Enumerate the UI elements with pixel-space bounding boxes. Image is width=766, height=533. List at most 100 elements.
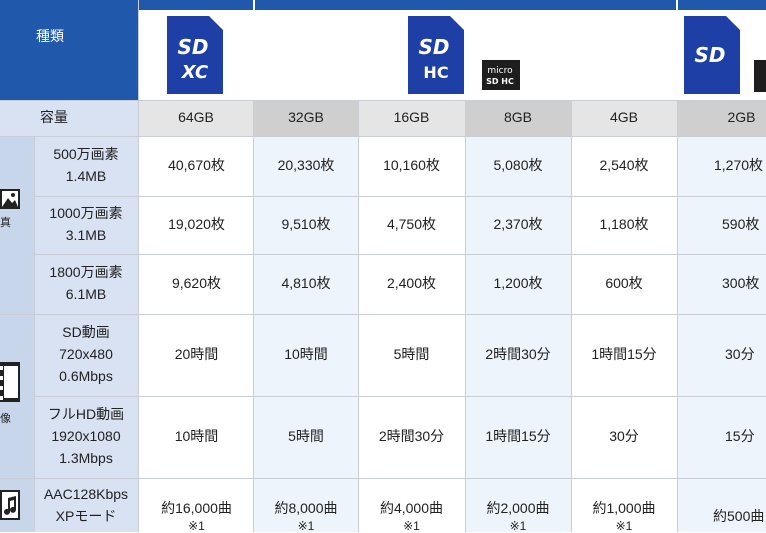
row-label-line: 720x480 — [59, 346, 113, 363]
grid-line — [34, 396, 766, 397]
microsd-card-icon: micro SD HC — [482, 60, 520, 90]
capacity-cell: 8GB — [465, 100, 571, 136]
capacity-value: 2GB — [727, 109, 756, 126]
table-cell: 9,620枚 — [139, 254, 254, 314]
cell-value: 20,330枚 — [277, 157, 335, 174]
cell-value: 2,400枚 — [386, 275, 437, 292]
grid-line — [34, 254, 766, 255]
row-label: SD動画 720x480 0.6Mbps — [34, 314, 138, 396]
header-type-label: 種類 — [36, 28, 64, 44]
minisd-card-icon — [754, 60, 766, 92]
capacity-value: 64GB — [178, 109, 214, 126]
capacity-value: 4GB — [609, 109, 638, 126]
cell-value: 2時間30分 — [485, 346, 551, 363]
table-cell: 5,080枚 — [465, 136, 571, 196]
table-cell: 約8,000曲 ※1 — [254, 478, 358, 532]
cell-value: 1,180枚 — [599, 216, 649, 233]
row-label: 1000万画素 3.1MB — [34, 196, 138, 254]
cell-value: 1,200枚 — [493, 275, 543, 292]
header-type-cell — [0, 0, 138, 100]
grid-line — [677, 100, 678, 532]
cell-footnote: ※1 — [403, 518, 420, 533]
capacity-label-cell: 容量 — [0, 100, 138, 136]
sdxc-card-text-xc: XC — [181, 62, 209, 83]
cell-footnote: ※1 — [297, 518, 315, 533]
cell-value: 20時間 — [174, 346, 219, 363]
film-icon — [0, 362, 20, 402]
capacity-cell: 64GB — [139, 100, 253, 136]
table-cell: 15分 — [677, 396, 766, 478]
cell-value: 19,020枚 — [168, 216, 225, 233]
table-cell: 約4,000曲 ※1 — [358, 478, 465, 532]
photo-icon — [0, 189, 20, 209]
table-cell: 1,200枚 — [465, 254, 571, 314]
row-label-line: 1.4MB — [65, 168, 107, 184]
table-cell: 10時間 — [139, 396, 254, 478]
music-icon — [0, 490, 20, 520]
header-top-strip — [138, 0, 766, 10]
cell-value: 10,160枚 — [383, 157, 440, 174]
cell-footnote: ※1 — [509, 518, 527, 533]
cell-value: 10時間 — [284, 346, 328, 363]
grid-line — [253, 100, 254, 532]
cell-value: 15分 — [725, 428, 755, 445]
row-label: 500万画素 1.4MB — [34, 136, 138, 196]
microsd-card-text-sdhc: SD HC — [486, 77, 514, 86]
table-cell: 1時間15分 — [465, 396, 571, 478]
grid-line — [0, 314, 766, 315]
table-cell: 10,160枚 — [358, 136, 465, 196]
cell-value: 約4,000曲 — [379, 500, 444, 516]
header-strip-divider — [676, 0, 678, 10]
capacity-cell: 32GB — [254, 100, 358, 136]
microsd-card-text-micro: micro — [487, 66, 513, 76]
row-label-line: 3.1MB — [65, 227, 107, 243]
table-cell: 19,020枚 — [139, 196, 254, 254]
grid-line — [358, 100, 359, 532]
table-cell: 約16,000曲 ※1 — [139, 478, 254, 532]
grid-line — [465, 100, 466, 532]
cell-footnote: ※1 — [615, 518, 633, 533]
capacity-cell: 16GB — [358, 100, 465, 136]
sdhc-card-icon: SD HC — [408, 16, 464, 94]
table-cell: 1,270枚 — [677, 136, 766, 196]
grid-line — [0, 100, 766, 101]
table-cell: 1,180枚 — [571, 196, 677, 254]
cell-value: 1時間15分 — [485, 428, 551, 445]
table-cell: 2,540枚 — [571, 136, 677, 196]
cell-value: 30分 — [609, 428, 639, 445]
cell-value: 5時間 — [288, 428, 324, 445]
grid-line — [0, 478, 766, 479]
row-label: AAC128Kbps XPモード — [34, 478, 138, 532]
row-label-line: 500万画素 — [53, 146, 119, 163]
sdxc-card-icon: SD XC — [167, 16, 223, 94]
row-label: 1800万画素 6.1MB — [34, 254, 138, 314]
cell-value: 300枚 — [722, 275, 760, 292]
table-cell: 590枚 — [677, 196, 766, 254]
table-cell: 1時間15分 — [571, 314, 677, 396]
table-cell: 600枚 — [571, 254, 677, 314]
table-cell: 40,670枚 — [139, 136, 254, 196]
cell-value: 40,670枚 — [168, 157, 225, 174]
cell-value: 590枚 — [722, 216, 760, 233]
row-label: フルHD動画 1920x1080 1.3Mbps — [34, 396, 138, 478]
sdhc-card-text-sd: SD — [418, 35, 449, 59]
table-cell: 300枚 — [677, 254, 766, 314]
grid-line — [34, 136, 35, 532]
sdhc-card-text-hc: HC — [423, 63, 448, 82]
grid-line — [138, 0, 139, 532]
cell-value: 9,620枚 — [171, 275, 222, 292]
table-cell: 2時間30分 — [358, 396, 465, 478]
row-label-line: 1.3Mbps — [59, 449, 113, 466]
grid-line — [34, 196, 766, 197]
capacity-label: 容量 — [40, 109, 68, 126]
row-label-line: 6.1MB — [65, 286, 107, 302]
table-cell: 約500曲 — [677, 478, 766, 532]
row-label-line: AAC128Kbps — [43, 486, 129, 502]
row-label-line: 1000万画素 — [49, 205, 123, 222]
table-cell: 20,330枚 — [254, 136, 358, 196]
cell-value: 2,370枚 — [493, 216, 543, 233]
cell-value: 4,750枚 — [386, 216, 437, 233]
capacity-value: 32GB — [288, 109, 324, 126]
grid-line — [0, 136, 766, 137]
row-label-line: 1920x1080 — [51, 428, 121, 445]
